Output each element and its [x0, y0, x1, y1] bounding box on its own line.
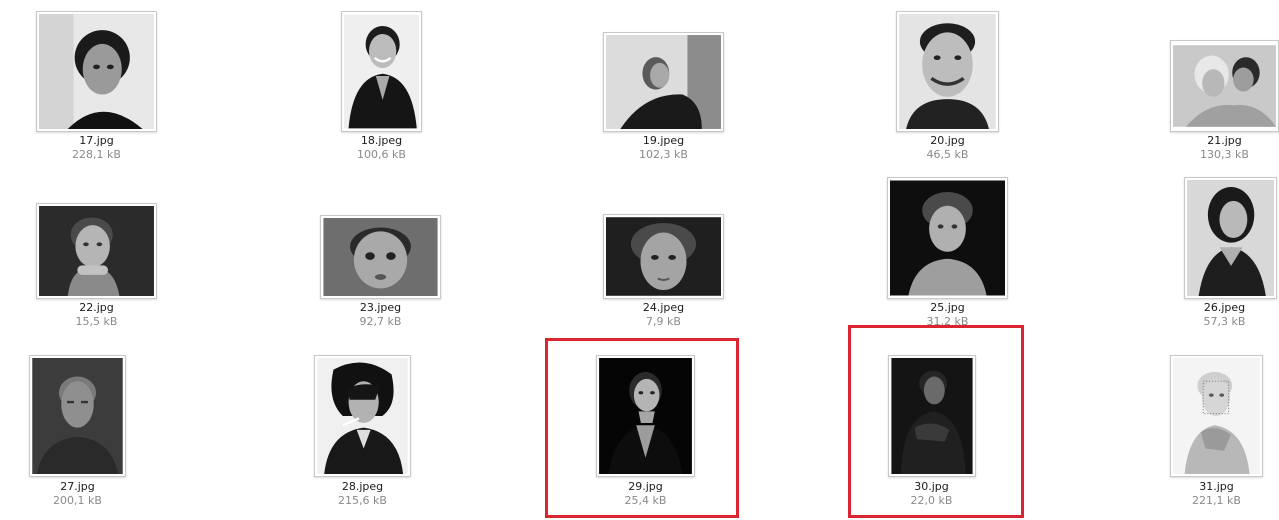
thumbnail-20[interactable] [896, 11, 999, 132]
file-size: 31,2 kB [926, 315, 969, 328]
portrait-image [890, 180, 1005, 296]
file-size: 15,5 kB [75, 315, 118, 328]
portrait-image [899, 14, 996, 129]
file-name: 19.jpeg [642, 134, 685, 147]
file-name: 29.jpg [628, 480, 663, 493]
thumbnail-19[interactable] [603, 32, 724, 132]
file-size: 130,3 kB [1200, 148, 1249, 161]
thumbnail-25[interactable] [887, 177, 1008, 299]
file-name: 18.jpeg [360, 134, 403, 147]
file-size: 7,9 kB [646, 315, 681, 328]
portrait-image [606, 217, 721, 296]
thumbnail-18[interactable] [341, 11, 422, 132]
file-size: 22,0 kB [910, 494, 953, 507]
file-size: 200,1 kB [53, 494, 102, 507]
portrait-image [1173, 358, 1260, 474]
thumbnail-29[interactable] [596, 355, 695, 477]
file-size: 102,3 kB [639, 148, 688, 161]
thumbnail-24[interactable] [603, 214, 724, 299]
file-size: 46,5 kB [926, 148, 969, 161]
portrait-image [891, 358, 973, 474]
file-name: 25.jpg [930, 301, 965, 314]
file-name: 21.jpg [1207, 134, 1242, 147]
file-name: 22.jpg [79, 301, 114, 314]
file-name: 28.jpeg [341, 480, 384, 493]
thumbnail-21[interactable] [1170, 40, 1279, 132]
file-name: 26.jpeg [1203, 301, 1246, 314]
file-size: 215,6 kB [338, 494, 387, 507]
thumbnail-22[interactable] [36, 203, 157, 299]
file-name: 30.jpg [914, 480, 949, 493]
thumbnail-30[interactable] [888, 355, 976, 477]
portrait-image [323, 218, 438, 296]
thumbnail-23[interactable] [320, 215, 441, 299]
file-name: 17.jpg [79, 134, 114, 147]
file-size: 228,1 kB [72, 148, 121, 161]
thumbnail-31[interactable] [1170, 355, 1263, 477]
portrait-image [1173, 43, 1276, 129]
thumbnail-17[interactable] [36, 11, 157, 132]
portrait-image [1187, 180, 1274, 296]
file-size: 25,4 kB [624, 494, 667, 507]
file-size: 221,1 kB [1192, 494, 1241, 507]
file-name: 27.jpg [60, 480, 95, 493]
portrait-image [32, 358, 123, 474]
portrait-image [39, 14, 154, 129]
portrait-image [344, 14, 419, 129]
thumbnail-26[interactable] [1184, 177, 1277, 299]
portrait-image [39, 206, 154, 296]
file-size: 57,3 kB [1203, 315, 1246, 328]
portrait-image [599, 358, 692, 474]
portrait-image [606, 35, 721, 129]
portrait-image [317, 358, 408, 474]
file-size: 92,7 kB [359, 315, 402, 328]
file-size: 100,6 kB [357, 148, 406, 161]
file-name: 24.jpeg [642, 301, 685, 314]
thumbnail-28[interactable] [314, 355, 411, 477]
file-name: 20.jpg [930, 134, 965, 147]
thumbnail-27[interactable] [29, 355, 126, 477]
file-name: 31.jpg [1199, 480, 1234, 493]
file-name: 23.jpeg [359, 301, 402, 314]
